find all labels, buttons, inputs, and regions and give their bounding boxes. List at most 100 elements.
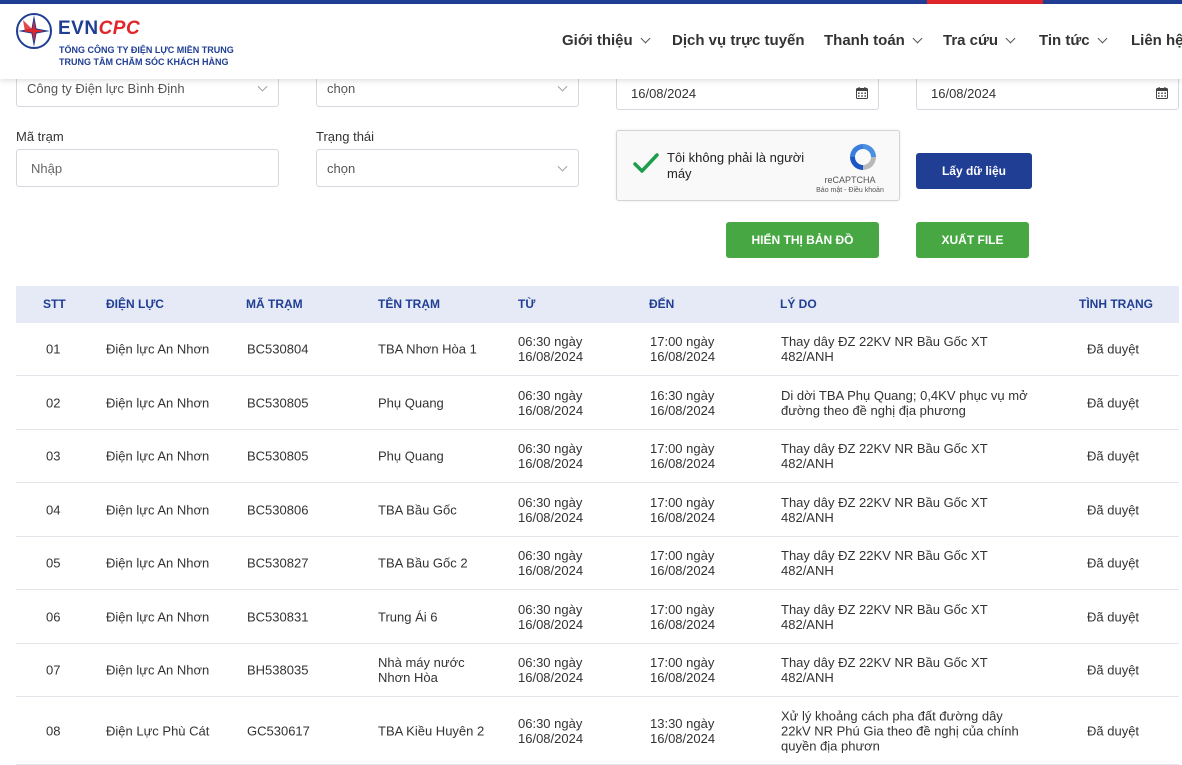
col-header-dien-luc: ĐIỆN LỰC	[106, 297, 164, 311]
page: Công ty Điện lực Bình Định chọn 16/08/20…	[0, 0, 1182, 765]
col-header-den: ĐẾN	[649, 297, 675, 311]
cell-den: 17:00 ngày 16/08/2024	[650, 441, 716, 471]
nav-item-gioi-thieu[interactable]: Giới thiệu	[562, 32, 651, 49]
cell-ly-do: Di dời TBA Phụ Quang; 0,4KV phục vụ mở đư…	[781, 387, 1028, 418]
cell-tinh-trang: Đã duyệt	[1087, 502, 1140, 517]
cell-ten-tram: TBA Bầu Gốc 2	[378, 555, 468, 571]
table-row: 08 Điện Lực Phù Cát GC530617 TBA Kiều Huyên…	[16, 697, 1179, 765]
nav-label: Liên hệ	[1131, 32, 1182, 49]
cell-ly-do: Thay dây ĐZ 22KV NR Bầu Gốc XT 482/ANH	[781, 494, 988, 525]
nav-label: Tra cứu	[943, 32, 999, 49]
cell-tinh-trang: Đã duyệt	[1087, 662, 1140, 678]
cell-ten-tram: Phụ Quang	[378, 448, 444, 464]
status-label: Trạng thái	[316, 129, 375, 144]
date-to-input[interactable]: 16/08/2024	[916, 76, 1179, 110]
logo-evn-text: EVN	[58, 18, 99, 39]
cell-tu: 06:30 ngày 16/08/2024	[518, 441, 584, 471]
recaptcha-terms[interactable]: Bảo mật - Điều khoản	[807, 187, 893, 194]
cell-dien-luc: Điện lực An Nhơn	[106, 341, 210, 357]
cell-tinh-trang: Đã duyệt	[1087, 723, 1140, 738]
cell-ly-do: Thay dây ĐZ 22KV NR Bầu Gốc XT 482/ANH	[781, 441, 988, 471]
cell-ma-tram: BH538035	[247, 662, 309, 678]
calendar-icon	[856, 87, 868, 99]
cell-tu: 06:30 ngày 16/08/2024	[518, 601, 584, 632]
nav-label: Thanh toán	[824, 32, 905, 49]
cell-ly-do: Thay dây ĐZ 22KV NR Bầu Gốc XT 482/ANH	[781, 655, 988, 685]
cell-ten-tram: Phụ Quang	[378, 395, 444, 410]
cell-ten-tram: TBA Kiều Huyên 2	[378, 723, 485, 738]
date-from-value: 16/08/2024	[631, 85, 697, 101]
checkmark-icon[interactable]	[632, 151, 660, 175]
nav-label: Tin tức	[1039, 32, 1090, 49]
status-select-value: chọn	[327, 160, 356, 176]
unit-select-value: chọn	[327, 80, 356, 96]
cell-tinh-trang: Đã duyệt	[1087, 609, 1140, 624]
cell-tu: 06:30 ngày 16/08/2024	[518, 494, 584, 525]
cell-tinh-trang: Đã duyệt	[1087, 448, 1140, 464]
date-from-input[interactable]: 16/08/2024	[616, 76, 879, 110]
logo-wordmark[interactable]: EVNCPC	[58, 18, 140, 40]
calendar-icon	[1156, 87, 1168, 99]
cell-ten-tram: TBA Nhơn Hòa 1	[378, 341, 477, 357]
nav-item-lien-he[interactable]: Liên hệ	[1131, 32, 1182, 49]
nav-item-thanh-toan[interactable]: Thanh toán	[824, 32, 923, 49]
station-input[interactable]	[31, 160, 278, 176]
table-row: 06 Điện lực An Nhơn BC530831 Trung Ái 6 06:3…	[16, 590, 1179, 644]
cell-stt: 03	[46, 448, 61, 464]
table-row: 05 Điện lực An Nhơn BC530827 TBA Bầu Gốc 2 0…	[16, 537, 1179, 590]
cell-den: 17:00 ngày 16/08/2024	[650, 334, 716, 364]
cell-ly-do: Thay dây ĐZ 22KV NR Bầu Gốc XT 482/ANH	[781, 334, 988, 364]
table-row: 02 Điện lực An Nhơn BC530805 Phụ Quang 06:30…	[16, 376, 1179, 430]
logo-subtitle-1: TỔNG CÔNG TY ĐIỆN LỰC MIỀN TRUNG	[59, 45, 234, 55]
cell-stt: 06	[46, 609, 61, 624]
col-header-ma-tram: MÃ TRẠM	[246, 297, 303, 311]
status-select[interactable]: chọn	[316, 149, 579, 187]
cell-ly-do: Thay dây ĐZ 22KV NR Bầu Gốc XT 482/ANH	[781, 548, 988, 578]
cell-dien-luc: Điện lực An Nhơn	[106, 502, 210, 517]
cell-den: 17:00 ngày 16/08/2024	[650, 601, 716, 632]
cell-stt: 05	[46, 555, 61, 571]
nav-item-tin-tuc[interactable]: Tin tức	[1039, 32, 1108, 49]
cell-tinh-trang: Đã duyệt	[1087, 341, 1140, 357]
cell-den: 16:30 ngày 16/08/2024	[650, 387, 716, 418]
table-header: STT ĐIỆN LỰC MÃ TRẠM TÊN TRẠM TỪ ĐẾN LÝ …	[16, 286, 1179, 323]
cell-dien-luc: Điện lực An Nhơn	[106, 395, 210, 410]
fetch-data-button[interactable]: Lấy dữ liệu	[916, 153, 1032, 189]
export-file-button[interactable]: XUẤT FILE	[916, 222, 1029, 258]
cell-ma-tram: BC530804	[247, 341, 309, 357]
chevron-down-icon	[557, 81, 568, 92]
site-header: EVNCPC TỔNG CÔNG TY ĐIỆN LỰC MIỀN TRUNG …	[0, 4, 1182, 79]
company-select-value: Công ty Điện lực Bình Định	[27, 80, 185, 96]
chevron-down-icon	[640, 33, 651, 44]
outage-table: STT ĐIỆN LỰC MÃ TRẠM TÊN TRẠM TỪ ĐẾN LÝ …	[16, 286, 1179, 765]
cell-stt: 04	[46, 502, 61, 517]
nav-label: Dịch vụ trực tuyến	[672, 32, 805, 49]
cell-ten-tram: TBA Bầu Gốc	[378, 502, 457, 517]
nav-label: Giới thiệu	[562, 32, 633, 49]
cell-ten-tram: Nhà máy nước Nhơn Hòa	[378, 655, 465, 685]
cell-ma-tram: GC530617	[247, 723, 310, 738]
table-row: 03 Điện lực An Nhơn BC530805 Phụ Quang 06:30…	[16, 430, 1179, 483]
recaptcha-widget[interactable]: Tôi không phải là người máy reCAPTCHA Bả…	[616, 130, 900, 201]
cell-tu: 06:30 ngày 16/08/2024	[518, 334, 584, 364]
station-label: Mã trạm	[16, 129, 64, 144]
logo-subtitle-2: TRUNG TÂM CHĂM SÓC KHÁCH HÀNG	[59, 57, 229, 67]
cell-tu: 06:30 ngày 16/08/2024	[518, 655, 584, 685]
station-field[interactable]	[16, 149, 279, 187]
cell-stt: 02	[46, 395, 61, 410]
table-body: 01 Điện lực An Nhơn BC530804 TBA Nhơn Hòa 1…	[16, 323, 1179, 765]
table-row: 04 Điện lực An Nhơn BC530806 TBA Bầu Gốc 06:…	[16, 483, 1179, 537]
nav-item-tra-cuu[interactable]: Tra cứu	[943, 32, 1016, 49]
nav-item-dich-vu[interactable]: Dịch vụ trực tuyến	[672, 32, 805, 49]
cell-dien-luc: Điện lực An Nhơn	[106, 448, 210, 464]
cell-dien-luc: Điện lực An Nhơn	[106, 555, 210, 571]
show-map-button[interactable]: HIỂN THỊ BẢN ĐỒ	[726, 222, 879, 258]
cell-dien-luc: Điện lực An Nhơn	[106, 609, 210, 624]
cell-ma-tram: BC530831	[247, 609, 309, 624]
cell-ma-tram: BC530805	[247, 448, 309, 464]
cell-tinh-trang: Đã duyệt	[1087, 395, 1140, 410]
evn-logo-icon[interactable]	[15, 12, 53, 50]
chevron-down-icon	[257, 81, 268, 92]
table-row: 01 Điện lực An Nhơn BC530804 TBA Nhơn Hòa 1…	[16, 323, 1179, 376]
cell-ten-tram: Trung Ái 6	[378, 609, 438, 624]
